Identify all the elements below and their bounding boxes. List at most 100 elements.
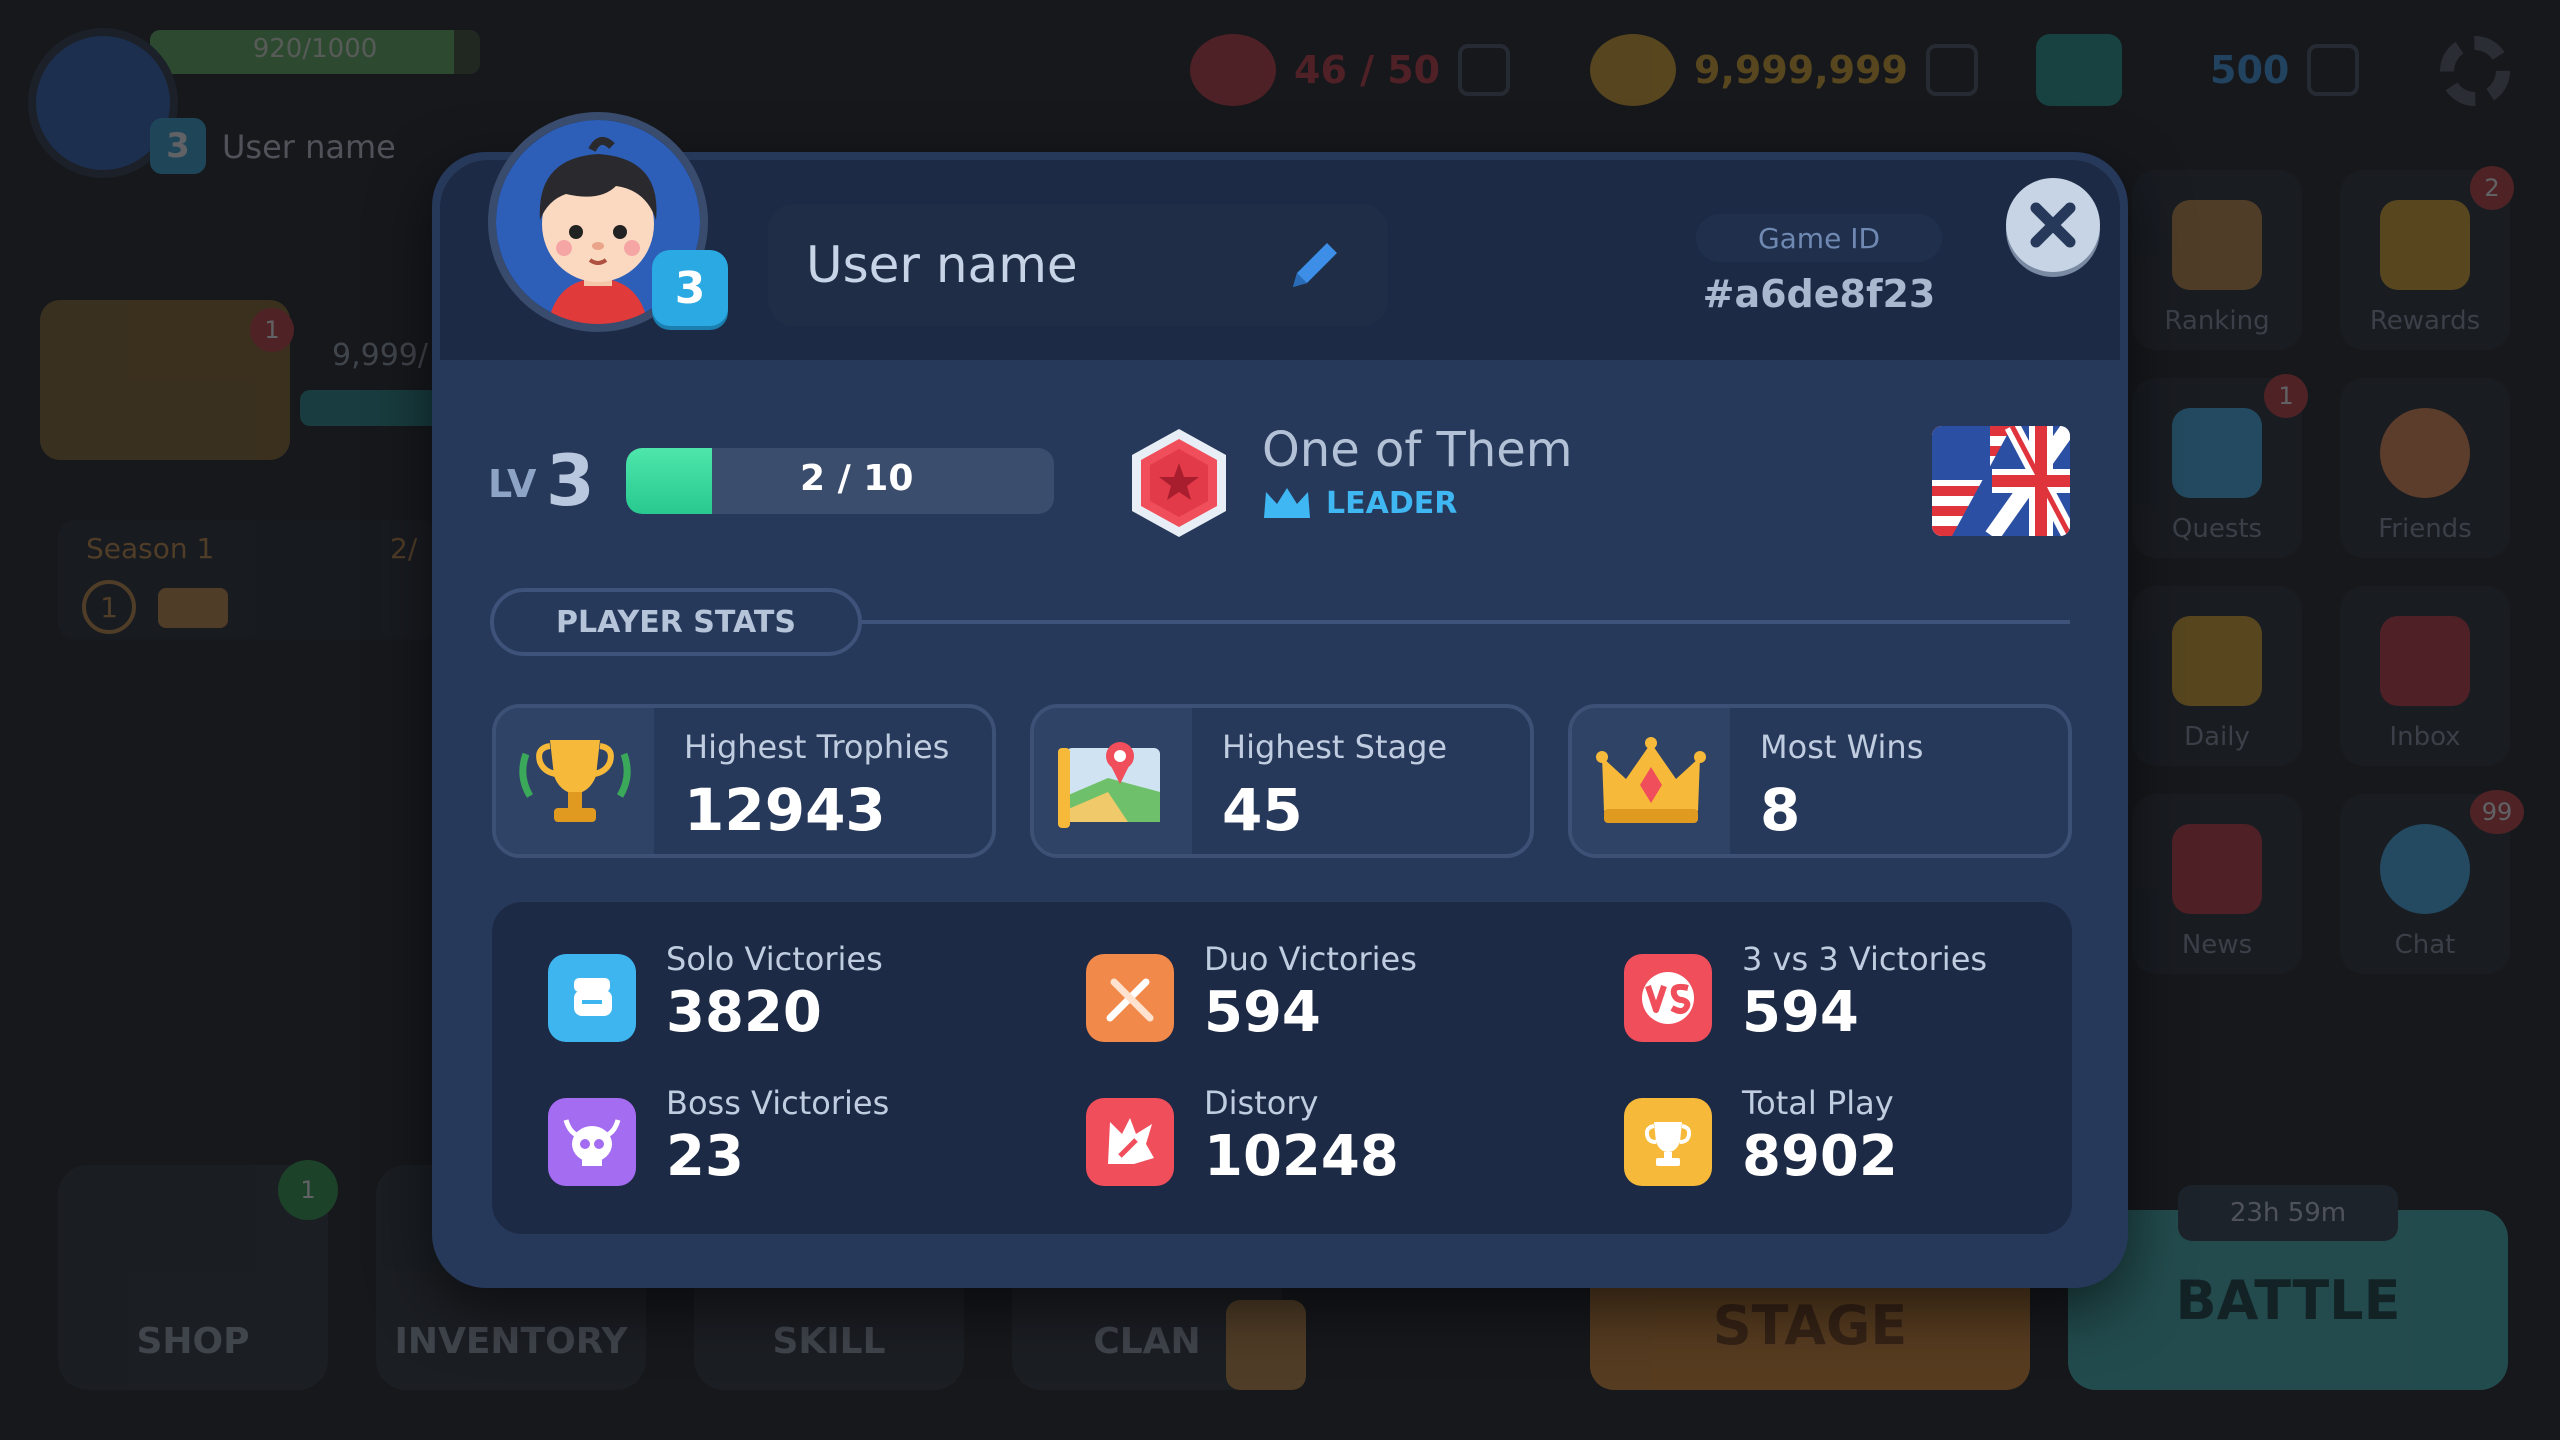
clan-label: CLAN xyxy=(1093,1321,1201,1362)
season-progress-fill xyxy=(158,588,228,628)
skull-icon xyxy=(548,1098,636,1186)
stat-total-play-value: 8902 xyxy=(1742,1124,1898,1189)
heart-icon xyxy=(1190,34,1276,106)
stat-3v3-value: 594 xyxy=(1742,980,1859,1045)
stat-duo-victories: Duo Victories 594 xyxy=(1086,940,1586,1050)
player-stats-tab: PLAYER STATS xyxy=(490,588,862,656)
hud-coins-value: 9,999,999 xyxy=(1694,48,1908,92)
season-panel[interactable]: Season 1 2/ 1 xyxy=(58,520,438,640)
map-icon xyxy=(1034,708,1192,854)
news-label: News xyxy=(2181,930,2253,960)
edit-pencil-icon[interactable] xyxy=(1280,230,1350,300)
stats-divider xyxy=(860,620,2070,624)
rewards-badge: 2 xyxy=(2470,166,2514,210)
chat-bubble-icon xyxy=(2380,824,2470,914)
swords-icon xyxy=(1086,954,1174,1042)
stat-boss-victories: Boss Victories 23 xyxy=(548,1084,1048,1194)
friends-icon xyxy=(2380,408,2470,498)
country-flag-icon[interactable] xyxy=(1932,426,2070,536)
stat-distory-value: 10248 xyxy=(1204,1124,1399,1189)
hud-username: User name xyxy=(222,128,396,166)
stat-3v3-victories: 3 vs 3 Victories 594 xyxy=(1624,940,2124,1050)
game-id-value[interactable]: #a6de8f23 xyxy=(1640,272,1998,316)
destroy-icon xyxy=(1086,1098,1174,1186)
vs-icon xyxy=(1624,954,1712,1042)
highlight-card-wins: Most Wins 8 xyxy=(1568,704,2072,858)
battle-label: BATTLE xyxy=(2175,1268,2401,1332)
highlight-stage-label: Highest Stage xyxy=(1222,728,1448,766)
stat-solo-victories: Solo Victories 3820 xyxy=(548,940,1048,1050)
stat-distory-label: Distory xyxy=(1204,1084,1319,1122)
lock-icon xyxy=(1226,1300,1306,1390)
settings-gear-icon[interactable] xyxy=(2440,36,2510,106)
stat-3v3-label: 3 vs 3 Victories xyxy=(1742,940,1988,978)
friends-label: Friends xyxy=(2378,514,2472,544)
stat-distory: Distory 10248 xyxy=(1086,1084,1586,1194)
season-progress: 2/ xyxy=(390,532,418,565)
fist-icon xyxy=(548,954,636,1042)
add-lives-button[interactable] xyxy=(1458,44,1511,96)
add-gems-button[interactable] xyxy=(2307,44,2360,96)
cup-icon xyxy=(1624,1098,1712,1186)
player-title: One of Them xyxy=(1262,422,1573,478)
stat-total-play-label: Total Play xyxy=(1742,1084,1894,1122)
inbox-label: Inbox xyxy=(2389,722,2461,752)
stage-label: STAGE xyxy=(1712,1293,1908,1357)
stat-total-play: Total Play 8902 xyxy=(1624,1084,2124,1194)
gem-icon xyxy=(2036,34,2122,106)
stat-duo-label: Duo Victories xyxy=(1204,940,1417,978)
friends-button[interactable]: Friends xyxy=(2340,378,2510,558)
highlight-trophies-value: 12943 xyxy=(684,776,886,844)
battle-timer: 23h 59m xyxy=(2178,1185,2398,1241)
quests-badge: 1 xyxy=(2264,374,2308,418)
avatar-level-badge: 3 xyxy=(652,250,728,326)
calendar-icon xyxy=(2172,616,2262,706)
hud-xp-text: 920/1000 xyxy=(252,34,378,64)
hud-lives-value: 46 / 50 xyxy=(1294,48,1441,92)
level-value: 3 xyxy=(546,440,595,522)
player-role: LEADER xyxy=(1262,484,1457,522)
stat-boss-value: 23 xyxy=(666,1124,744,1189)
username-field[interactable]: User name xyxy=(768,204,1388,326)
hud-lives: 46 / 50 xyxy=(1190,34,1511,106)
inventory-label: INVENTORY xyxy=(394,1321,628,1362)
season-label: Season 1 xyxy=(86,532,215,565)
chest-count: 9,999/ xyxy=(332,338,428,373)
ranking-button[interactable]: Ranking xyxy=(2132,170,2302,350)
inbox-button[interactable]: Inbox xyxy=(2340,586,2510,766)
clipboard-icon xyxy=(2172,408,2262,498)
title-badge-icon xyxy=(1120,425,1238,543)
highlight-card-trophies: Highest Trophies 12943 xyxy=(492,704,996,858)
mailbox-icon xyxy=(2380,616,2470,706)
season-level: 1 xyxy=(82,580,136,634)
highlight-wins-value: 8 xyxy=(1760,776,1801,844)
chest-progress-bar xyxy=(300,390,440,426)
stat-boss-label: Boss Victories xyxy=(666,1084,890,1122)
stat-solo-label: Solo Victories xyxy=(666,940,883,978)
game-id-label: Game ID xyxy=(1696,214,1942,262)
crown-icon xyxy=(1572,708,1730,854)
close-icon xyxy=(2030,202,2076,248)
crown-small-icon xyxy=(1264,488,1310,518)
gift-icon xyxy=(2380,200,2470,290)
stat-duo-value: 594 xyxy=(1204,980,1321,1045)
hud-level-badge: 3 xyxy=(150,118,206,174)
level-xp-fill xyxy=(626,448,712,514)
stat-solo-value: 3820 xyxy=(666,980,822,1045)
coin-icon xyxy=(1590,34,1676,106)
daily-button[interactable]: Daily xyxy=(2132,586,2302,766)
username-text: User name xyxy=(806,236,1078,294)
news-button[interactable]: News xyxy=(2132,794,2302,974)
quests-label: Quests xyxy=(2171,514,2263,544)
hud-gems-value: 500 xyxy=(2210,48,2290,92)
level-label: LV xyxy=(488,462,537,506)
highlight-wins-label: Most Wins xyxy=(1760,728,1924,766)
trophy-icon xyxy=(496,708,654,854)
hud-gems: 500 xyxy=(2036,34,2360,106)
podium-icon xyxy=(2172,200,2262,290)
chat-badge: 99 xyxy=(2470,790,2524,834)
add-coins-button[interactable] xyxy=(1925,44,1978,96)
megaphone-icon xyxy=(2172,824,2262,914)
chest-badge: 1 xyxy=(250,308,294,352)
close-button[interactable] xyxy=(2006,178,2100,272)
